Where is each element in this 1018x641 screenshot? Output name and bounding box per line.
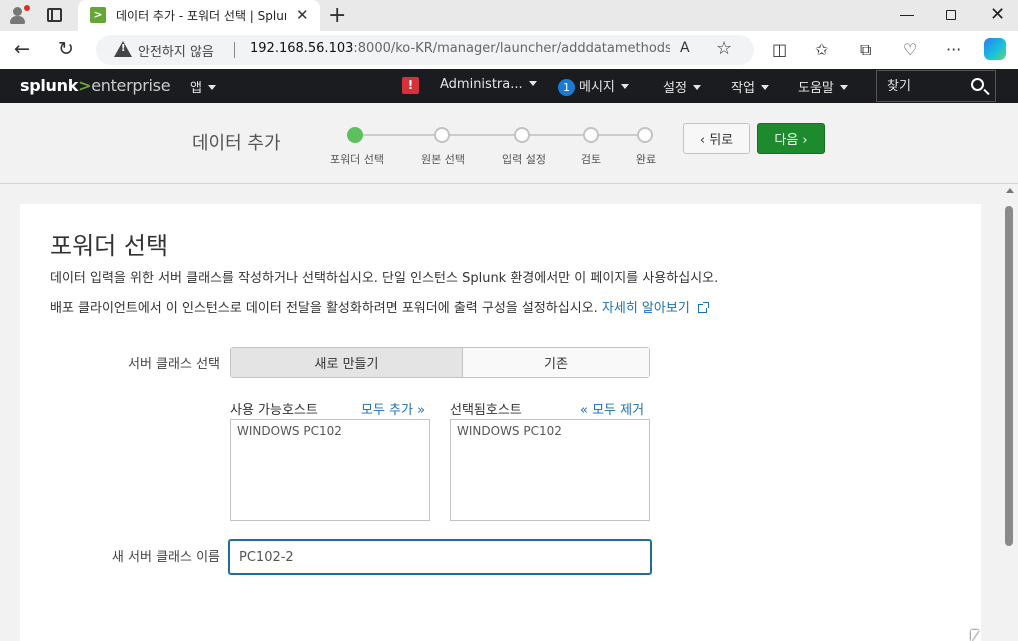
selected-hosts-label: 선택됨호스트 xyxy=(450,403,522,418)
server-class-existing-option[interactable]: 기존 xyxy=(463,348,649,377)
splunk-nav-bar: splunk>enterprise 앱 Administra... 1 메시지 설… xyxy=(0,69,1018,103)
window-close-icon[interactable]: ✕ xyxy=(990,4,1005,25)
new-server-class-name-label: 새 서버 클래스 이름 xyxy=(111,550,220,565)
add-data-wizard-header: 데이터 추가 포워더 선택 원본 선택 입력 설정 검토 완료 ‹ 뒤로 다음 … xyxy=(0,103,1018,184)
health-alert-icon[interactable]: ! xyxy=(402,77,419,94)
new-server-class-name-input[interactable] xyxy=(228,539,652,575)
chevron-down-icon xyxy=(620,84,629,89)
new-tab-icon[interactable]: + xyxy=(328,3,346,28)
splunk-search-box[interactable] xyxy=(876,70,996,102)
split-screen-icon[interactable]: ◫ xyxy=(772,40,787,59)
favorites-icon[interactable]: ✩ xyxy=(815,40,828,59)
page-scrollbar[interactable] xyxy=(1002,184,1018,641)
logo-gt-text: > xyxy=(78,76,92,95)
server-class-toggle: 새로 만들기 기존 xyxy=(230,347,650,378)
page-title: 포워더 선택 xyxy=(50,232,169,260)
back-arrow-icon[interactable]: ← xyxy=(14,39,30,59)
server-class-label: 서버 클래스 선택 xyxy=(128,357,220,372)
messages-menu-label: 메시지 xyxy=(579,80,615,95)
learn-more-link[interactable]: 자세히 알아보기 xyxy=(601,301,709,316)
splunk-logo[interactable]: splunk>enterprise xyxy=(20,76,171,95)
splunk-favicon-icon: > xyxy=(90,7,106,23)
chevron-down-icon xyxy=(528,81,537,86)
url-separator xyxy=(234,42,235,58)
logo-splunk-text: splunk xyxy=(20,76,79,95)
tab-title: 데이터 추가 - 포워더 선택 | Splunk xyxy=(116,9,286,23)
scrollbar-thumb[interactable] xyxy=(1005,206,1013,546)
messages-menu[interactable]: 1 메시지 xyxy=(558,76,629,96)
step-label-review: 검토 xyxy=(580,153,602,166)
step-label-select-source: 원본 선택 xyxy=(421,153,465,166)
chevron-down-icon xyxy=(692,85,701,90)
splunk-search-input[interactable] xyxy=(877,71,967,101)
list-item[interactable]: WINDOWS PC102 xyxy=(457,424,562,438)
warning-icon xyxy=(114,41,132,57)
settings-menu-label: 설정 xyxy=(663,81,687,96)
search-icon[interactable] xyxy=(971,78,984,91)
add-all-link[interactable]: 모두 추가 » xyxy=(361,399,425,418)
available-hosts-list[interactable]: WINDOWS PC102 xyxy=(230,419,430,521)
description-line-2-text: 배포 클라이언트에서 이 인스턴스로 데이터 전달을 활성화하려면 포워더에 출… xyxy=(50,301,598,316)
help-menu-label: 도움말 xyxy=(798,81,834,96)
browser-essentials-icon[interactable]: ♡ xyxy=(903,40,917,59)
available-hosts-label: 사용 가능호스트 xyxy=(230,403,318,418)
step-label-select-forwarders: 포워더 선택 xyxy=(329,153,385,166)
scroll-up-icon[interactable] xyxy=(1006,188,1014,193)
list-item[interactable]: WINDOWS PC102 xyxy=(237,424,342,438)
external-link-icon xyxy=(697,302,709,313)
browser-tab-strip: > 데이터 추가 - 포워더 선택 | Splunk ✕ + ✕ xyxy=(0,0,1018,31)
mouse-cursor-icon xyxy=(971,630,979,641)
forwarder-selection-panel: 포워더 선택 데이터 입력을 위한 서버 클래스를 작성하거나 선택하십시오. … xyxy=(20,204,981,641)
more-menu-icon[interactable]: ··· xyxy=(946,40,961,59)
browser-tab-active[interactable]: > 데이터 추가 - 포워더 선택 | Splunk ✕ xyxy=(78,0,320,31)
security-status[interactable]: 안전하지 않음 xyxy=(138,41,214,60)
url-field[interactable]: 안전하지 않음 192.168.56.103:8000/ko-KR/manage… xyxy=(96,35,754,65)
url-host: 192.168.56.103 xyxy=(250,41,354,56)
read-aloud-icon[interactable]: A xyxy=(680,40,690,56)
profile-icon[interactable] xyxy=(6,4,30,26)
user-menu[interactable]: Administra... xyxy=(440,77,537,92)
address-bar-row: ← ↻ 안전하지 않음 192.168.56.103:8000/ko-KR/ma… xyxy=(0,31,1018,69)
next-button[interactable]: 다음 › xyxy=(757,123,825,154)
url-path: :8000/ko-KR/manager/launcher/adddatameth… xyxy=(353,41,670,56)
messages-count-badge: 1 xyxy=(558,79,575,96)
settings-menu[interactable]: 설정 xyxy=(663,77,701,96)
chevron-down-icon xyxy=(839,85,848,90)
apps-menu[interactable]: 앱 xyxy=(190,77,216,96)
selected-hosts-list[interactable]: WINDOWS PC102 xyxy=(450,419,650,521)
user-menu-label: Administra... xyxy=(440,77,523,92)
logo-enterprise-text: enterprise xyxy=(91,76,171,95)
tab-close-icon[interactable]: ✕ xyxy=(296,6,309,24)
reload-icon[interactable]: ↻ xyxy=(58,39,74,59)
step-label-input-settings: 입력 설정 xyxy=(502,153,546,166)
back-button[interactable]: ‹ 뒤로 xyxy=(683,123,750,154)
wizard-title: 데이터 추가 xyxy=(192,133,281,154)
step-dot-select-source xyxy=(434,127,450,143)
chevron-down-icon xyxy=(760,85,769,90)
activity-menu[interactable]: 작업 xyxy=(731,77,769,96)
window-minimize-icon[interactable] xyxy=(900,15,914,16)
activity-menu-label: 작업 xyxy=(731,81,755,96)
step-dot-done xyxy=(637,127,653,143)
step-dot-review xyxy=(583,127,599,143)
window-maximize-icon[interactable] xyxy=(946,10,956,20)
url-text[interactable]: 192.168.56.103:8000/ko-KR/manager/launch… xyxy=(250,41,670,56)
copilot-icon[interactable] xyxy=(984,38,1006,60)
learn-more-text: 자세히 알아보기 xyxy=(601,301,690,316)
apps-menu-label: 앱 xyxy=(190,81,202,96)
chevron-down-icon xyxy=(207,85,216,90)
remove-all-link[interactable]: « 모두 제거 xyxy=(580,399,644,418)
description-line-2: 배포 클라이언트에서 이 인스턴스로 데이터 전달을 활성화하려면 포워더에 출… xyxy=(50,297,709,316)
step-label-done: 완료 xyxy=(635,153,657,166)
wizard-progress-line xyxy=(356,134,646,136)
favorite-star-icon[interactable]: ☆ xyxy=(716,38,732,59)
server-class-new-option[interactable]: 새로 만들기 xyxy=(231,348,463,377)
collections-icon[interactable]: ⧉ xyxy=(860,40,871,60)
tab-actions-icon[interactable] xyxy=(47,8,62,22)
step-dot-input-settings xyxy=(514,127,530,143)
help-menu[interactable]: 도움말 xyxy=(798,77,848,96)
description-line-1: 데이터 입력을 위한 서버 클래스를 작성하거나 선택하십시오. 단일 인스턴스… xyxy=(50,271,719,286)
step-dot-select-forwarders xyxy=(347,127,363,143)
